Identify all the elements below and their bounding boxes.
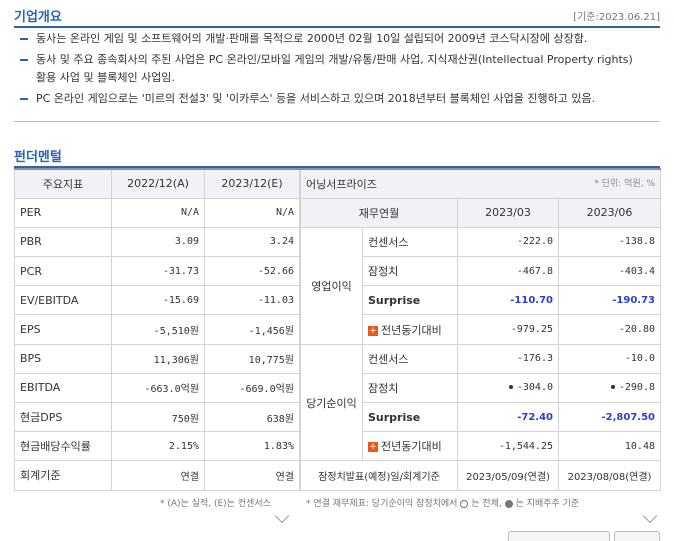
as-of-date: [기준:2023.06.21] bbox=[573, 12, 660, 23]
group-net-income: 당기순이익 bbox=[300, 343, 363, 462]
unit-note: * 단위: 억원, % bbox=[594, 178, 655, 189]
filled-circle-icon bbox=[504, 499, 513, 508]
bullet-icon bbox=[20, 59, 28, 61]
overview-list: 동사는 온라인 게임 및 소프트웨어의 개발·판매를 목적으로 2000년 02… bbox=[20, 30, 660, 111]
chevron-down-icon[interactable] bbox=[274, 508, 290, 524]
expand-plus-icon[interactable]: + bbox=[368, 442, 378, 453]
bullet-dot-icon bbox=[508, 385, 513, 390]
fundamental-header-row: 주요지표 2022/12(A) 2023/12(E) bbox=[14, 167, 300, 199]
table-row: EV/EBITDA -15.69 -11.03 bbox=[14, 285, 300, 316]
table-row: 현금DPS 750원 638원 bbox=[14, 401, 300, 433]
bullet-dot-icon bbox=[610, 385, 615, 390]
earnings-note: * 연결 재무제표: 당기순이익 잠정치에서 는 전체, 는 지배주주 기준 bbox=[306, 499, 580, 509]
header-2022: 2022/12(A) bbox=[111, 167, 205, 199]
group-operating-income: 영업이익 bbox=[300, 226, 363, 345]
overview-bullet: 동사는 온라인 게임 및 소프트웨어의 개발·판매를 목적으로 2000년 02… bbox=[20, 30, 660, 48]
table-row: EPS -5,510원 -1,456원 bbox=[14, 314, 300, 345]
table-row: 현금배당수익률 2.15% 1.83% bbox=[14, 431, 300, 462]
table-row: 회계기준 연결 연결 bbox=[14, 460, 300, 491]
earnings-header-row: 어닝서프라이즈 * 단위: 억원, % bbox=[300, 167, 661, 199]
overview-title: 기업개요 bbox=[14, 10, 62, 25]
earnings-subheader-row: 재무연월 2023/03 2023/06 bbox=[300, 197, 661, 228]
bullet-icon bbox=[20, 38, 28, 40]
table-row: PBR 3.09 3.24 bbox=[14, 226, 300, 258]
overview-bullet-continued: 활용 사업 및 블록체인 사업임. bbox=[36, 71, 175, 84]
tab-button-partial[interactable] bbox=[614, 531, 660, 541]
earnings-table: 어닝서프라이즈 * 단위: 억원, % 재무연월 2023/03 2023/06… bbox=[300, 167, 661, 491]
overview-bullet: PC 온라인 게임으로는 '미르의 전설3' 및 '이카루스' 등을 서비스하고… bbox=[20, 90, 660, 108]
fundamental-table: 주요지표 2022/12(A) 2023/12(E) PER N/A N/A PBR… bbox=[14, 167, 300, 491]
table-row: PCR -31.73 -52.66 bbox=[14, 256, 300, 287]
table-row: 당기순이익 컨센서스 -176.3 -10.0 bbox=[300, 343, 661, 462]
tab-button-partial[interactable] bbox=[508, 531, 610, 541]
open-circle-icon bbox=[460, 499, 469, 508]
table-row: BPS 11,306원 10,775원 bbox=[14, 343, 300, 374]
expand-plus-icon[interactable]: + bbox=[368, 325, 378, 336]
header-2023: 2023/12(E) bbox=[204, 167, 300, 199]
table-row: 영업이익 컨센서스 -222.0 -138.8 bbox=[300, 226, 661, 345]
bullet-icon bbox=[20, 98, 28, 100]
table-row: PER N/A N/A bbox=[14, 197, 300, 228]
overview-bottom-rule bbox=[14, 121, 660, 122]
fundamental-title: 펀더멘털 bbox=[14, 150, 62, 165]
overview-rule bbox=[14, 26, 660, 28]
header-indicator: 주요지표 bbox=[14, 167, 112, 199]
table-row: 잠정치발표(예정)일/회계기준 2023/05/09(연결) 2023/08/0… bbox=[300, 460, 661, 491]
fundamental-note: * (A)는 실적, (E)는 컨센서스 bbox=[160, 499, 271, 509]
overview-bullet: 동사 및 주요 종속회사의 주된 사업은 PC 온라인/모바일 게임의 개발/유… bbox=[20, 51, 660, 69]
chevron-down-icon[interactable] bbox=[642, 508, 658, 524]
table-row: EBITDA -663.0억원 -669.0억원 bbox=[14, 372, 300, 404]
earnings-title: 어닝서프라이즈 bbox=[306, 177, 377, 191]
